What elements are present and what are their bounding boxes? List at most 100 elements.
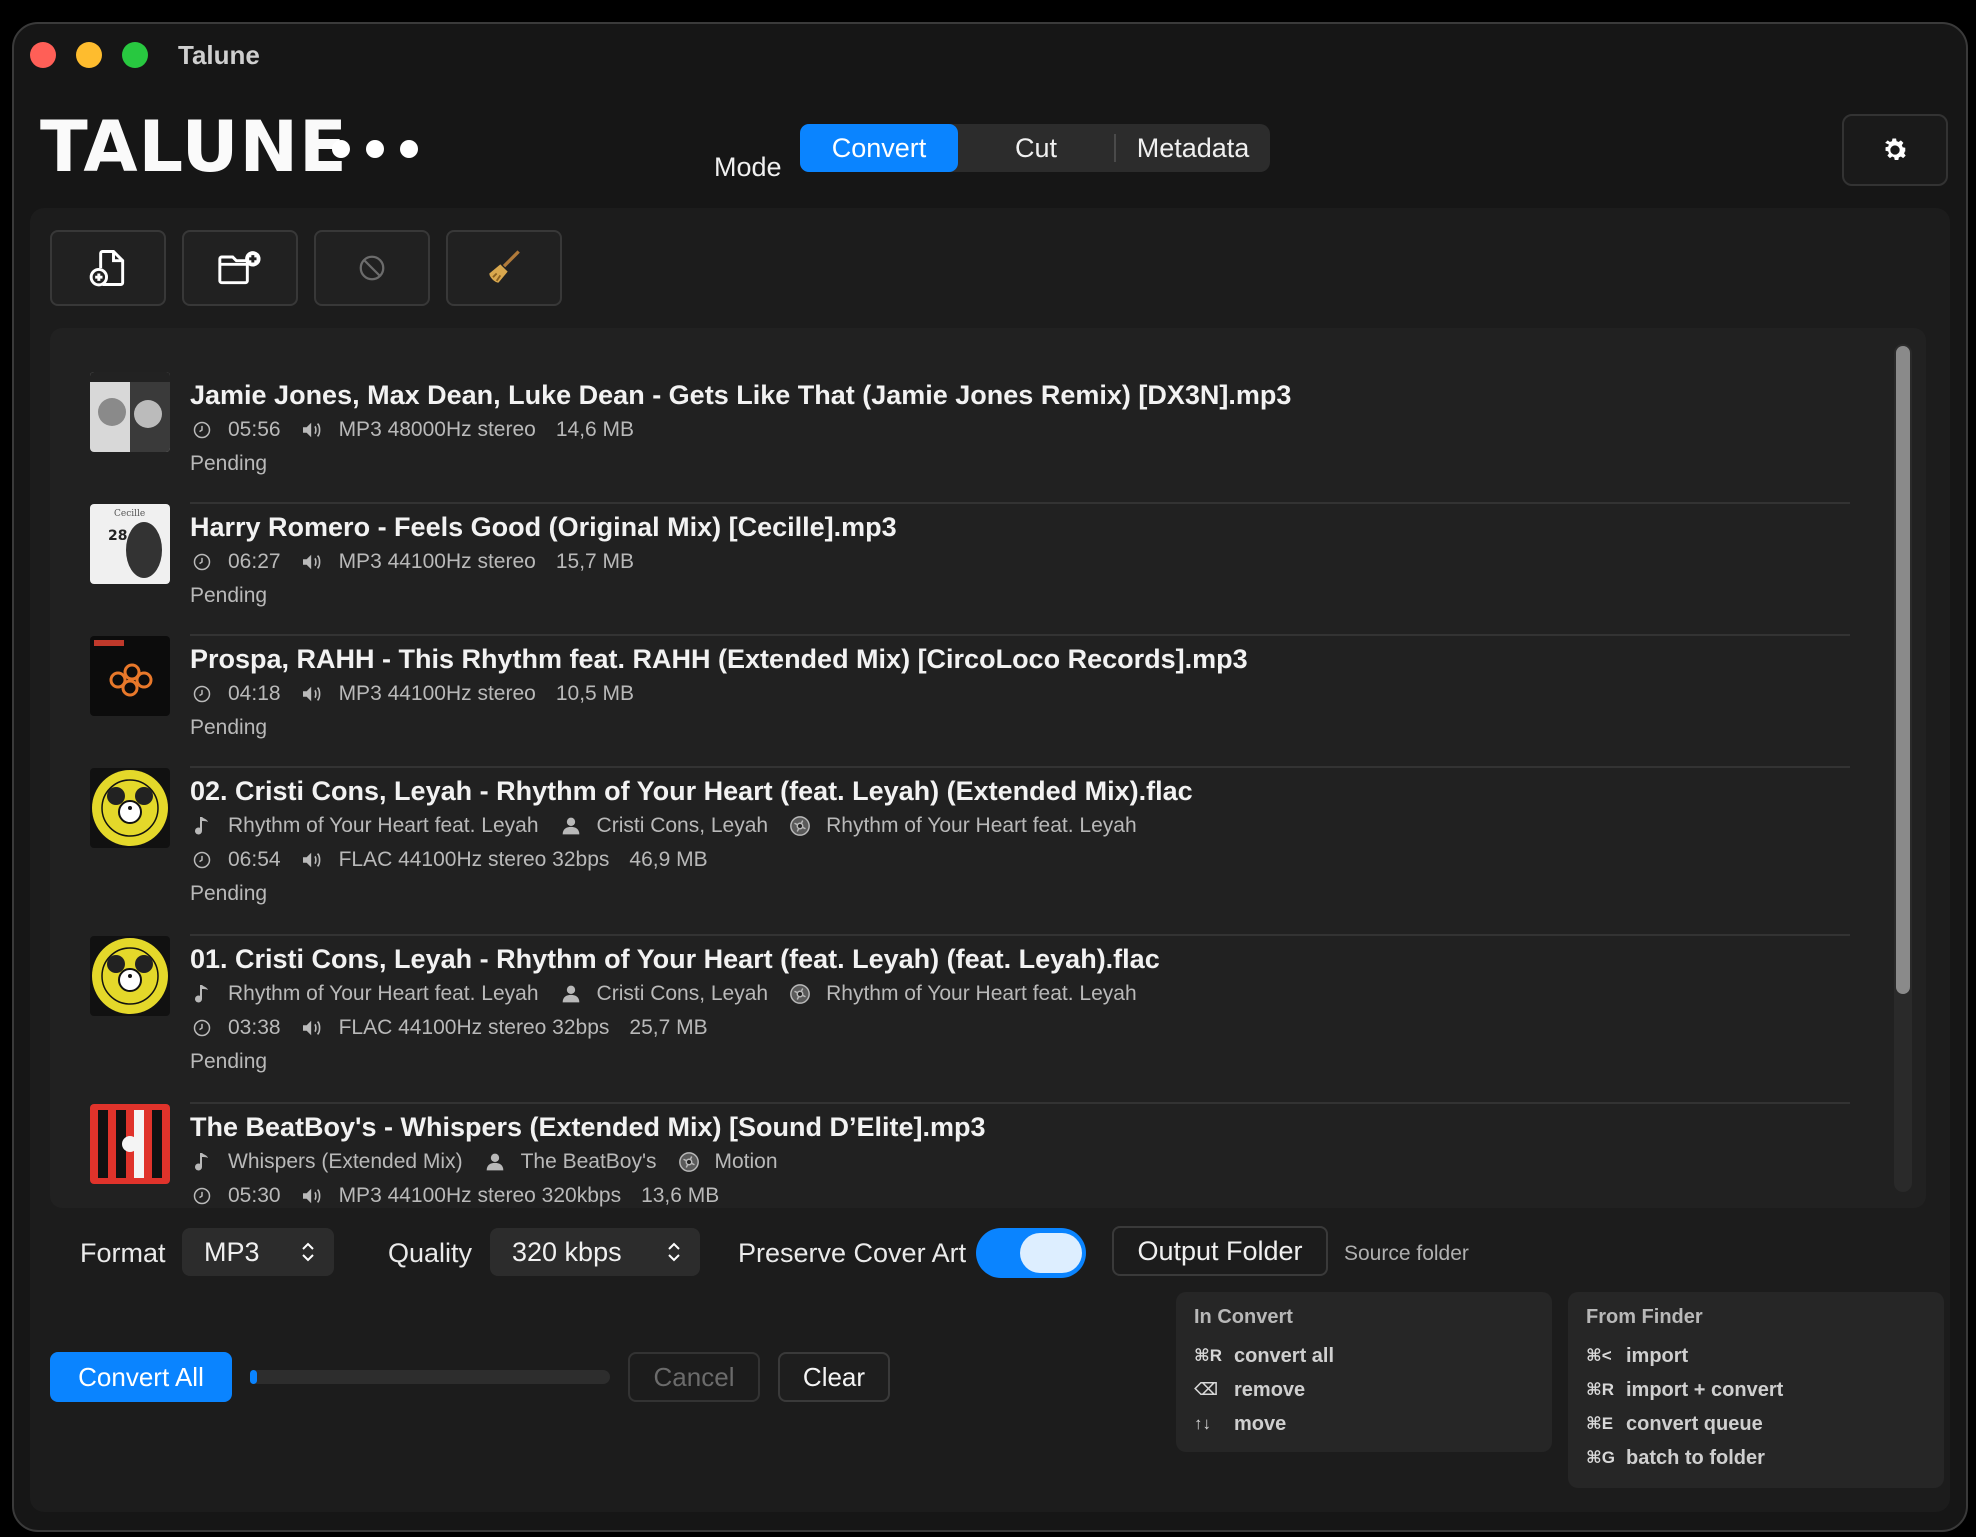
track-duration: 03:38 <box>228 1016 281 1039</box>
track-song-title: Whispers (Extended Mix) <box>228 1150 463 1173</box>
main-panel: Jamie Jones, Max Dean, Luke Dean - Gets … <box>30 208 1950 1512</box>
shortcut-key: ⌘G <box>1586 1448 1615 1467</box>
track-list[interactable]: Jamie Jones, Max Dean, Luke Dean - Gets … <box>50 328 1926 1208</box>
zoom-window-button[interactable] <box>122 42 148 68</box>
music-note-icon <box>190 814 214 838</box>
speaker-icon <box>301 848 325 872</box>
remove-selected-button[interactable] <box>314 230 430 306</box>
track-format: MP3 44100Hz stereo 320kbps <box>338 1184 622 1207</box>
track-status: Pending <box>190 452 268 475</box>
track-album: Rhythm of Your Heart feat. Leyah <box>826 814 1137 837</box>
clock-icon <box>190 1016 214 1040</box>
conversion-progress-bar <box>250 1370 610 1384</box>
clear-list-button[interactable] <box>446 230 562 306</box>
output-folder-path: Source folder <box>1344 1242 1469 1265</box>
cover-art <box>90 1104 170 1184</box>
track-filename: The BeatBoy's - Whispers (Extended Mix) … <box>190 1112 986 1142</box>
track-row[interactable]: 02. Cristi Cons, Leyah - Rhythm of Your … <box>90 768 1850 936</box>
cover-art <box>90 768 170 848</box>
track-list-scrollbar[interactable] <box>1894 344 1912 1192</box>
mode-label: Mode <box>714 152 782 182</box>
track-row[interactable]: 01. Cristi Cons, Leyah - Rhythm of Your … <box>90 936 1850 1104</box>
cancel-button[interactable]: Cancel <box>628 1352 760 1402</box>
track-format: FLAC 44100Hz stereo 32bps <box>338 848 610 871</box>
convert-all-button[interactable]: Convert All <box>50 1352 232 1402</box>
shortcut-row: ⌘R convert all <box>1194 1339 1534 1373</box>
track-row[interactable]: 28 Cecille Harry Romero - Feels Good (Orig… <box>90 504 1850 636</box>
shortcut-row: ⌫ remove <box>1194 1373 1534 1407</box>
track-filename: 01. Cristi Cons, Leyah - Rhythm of Your … <box>190 944 1160 974</box>
track-filename: Harry Romero - Feels Good (Original Mix)… <box>190 512 897 542</box>
tab-metadata[interactable]: Metadata <box>1116 124 1270 172</box>
preserve-cover-art-label: Preserve Cover Art <box>738 1238 967 1268</box>
app-window: Talune TALUNE Mode Convert Cut Metadata <box>12 22 1968 1532</box>
track-row[interactable]: The BeatBoy's - Whispers (Extended Mix) … <box>90 1104 1850 1208</box>
minimize-window-button[interactable] <box>76 42 102 68</box>
track-size: 14,6 MB <box>555 418 635 441</box>
speaker-icon <box>301 550 325 574</box>
track-song-title: Rhythm of Your Heart feat. Leyah <box>228 982 539 1005</box>
shortcuts-from-finder: From Finder ⌘< import ⌘R import + convert ⌘E… <box>1568 1292 1944 1488</box>
cover-art <box>90 936 170 1016</box>
track-duration: 05:56 <box>228 418 281 441</box>
track-format: MP3 44100Hz stereo <box>338 682 536 705</box>
track-artist: Cristi Cons, Leyah <box>596 982 769 1005</box>
person-icon <box>483 1150 507 1174</box>
shortcut-label: convert queue <box>1626 1412 1763 1435</box>
quality-select[interactable]: 320 kbps <box>490 1228 700 1276</box>
shortcuts-heading: In Convert <box>1194 1306 1293 1328</box>
track-duration: 06:54 <box>228 848 281 871</box>
track-size: 10,5 MB <box>555 682 635 705</box>
settings-button[interactable] <box>1842 114 1948 186</box>
shortcuts-in-convert: In Convert ⌘R convert all ⌫ remove ↑↓ move <box>1176 1292 1552 1452</box>
shortcut-label: convert all <box>1234 1344 1335 1367</box>
format-select[interactable]: MP3 <box>182 1228 334 1276</box>
track-row[interactable]: Jamie Jones, Max Dean, Luke Dean - Gets … <box>90 372 1850 504</box>
gear-icon <box>1885 138 1908 160</box>
tab-cut[interactable]: Cut <box>958 124 1114 172</box>
track-duration: 06:27 <box>228 550 281 573</box>
add-file-button[interactable] <box>50 230 166 306</box>
shortcut-row: ⌘G batch to folder <box>1586 1441 1926 1475</box>
track-info-row: 04:18 MP3 44100Hz stereo 10,5 MB <box>190 682 634 706</box>
more-menu-icon[interactable] <box>332 140 418 158</box>
speaker-icon <box>301 1016 325 1040</box>
clock-icon <box>190 1184 214 1208</box>
cover-art: 28 Cecille <box>90 504 170 584</box>
track-artist: Cristi Cons, Leyah <box>596 814 769 837</box>
tab-convert[interactable]: Convert <box>800 124 958 172</box>
shortcut-row: ⌘< import <box>1586 1339 1926 1373</box>
clock-icon <box>190 550 214 574</box>
output-folder-button[interactable]: Output Folder <box>1112 1226 1328 1276</box>
up-down-chevron-icon <box>302 1242 314 1262</box>
broom-icon <box>489 250 520 283</box>
track-info-row: 06:54 FLAC 44100Hz stereo 32bps 46,9 MB <box>190 848 708 872</box>
music-note-icon <box>190 982 214 1006</box>
track-status: Pending <box>190 1050 268 1073</box>
track-album: Motion <box>714 1150 778 1173</box>
shortcut-key: ↑↓ <box>1194 1414 1211 1433</box>
track-status: Pending <box>190 716 268 739</box>
toolbar <box>50 230 562 306</box>
quality-value: 320 kbps <box>512 1236 622 1267</box>
close-window-button[interactable] <box>30 42 56 68</box>
track-info-row: 05:30 MP3 44100Hz stereo 320kbps 13,6 MB <box>190 1184 719 1208</box>
cover-art <box>90 372 170 452</box>
track-row[interactable]: Prospa, RAHH - This Rhythm feat. RAHH (E… <box>90 636 1850 768</box>
format-label: Format <box>80 1238 166 1268</box>
shortcut-row: ⌘R import + convert <box>1586 1373 1926 1407</box>
clear-button[interactable]: Clear <box>778 1352 890 1402</box>
add-file-icon <box>89 250 125 287</box>
add-folder-button[interactable] <box>182 230 298 306</box>
shortcut-key: ⌫ <box>1194 1380 1219 1399</box>
track-album: Rhythm of Your Heart feat. Leyah <box>826 982 1137 1005</box>
track-size: 15,7 MB <box>555 550 635 573</box>
speaker-icon <box>301 1184 325 1208</box>
svg-text:Cecille: Cecille <box>114 509 145 519</box>
scrollbar-thumb[interactable] <box>1896 346 1910 994</box>
shortcut-label: import <box>1626 1344 1689 1367</box>
preserve-cover-art-toggle[interactable] <box>976 1228 1086 1278</box>
track-format: FLAC 44100Hz stereo 32bps <box>338 1016 610 1039</box>
track-status: Pending <box>190 882 268 905</box>
track-status: Pending <box>190 584 268 607</box>
